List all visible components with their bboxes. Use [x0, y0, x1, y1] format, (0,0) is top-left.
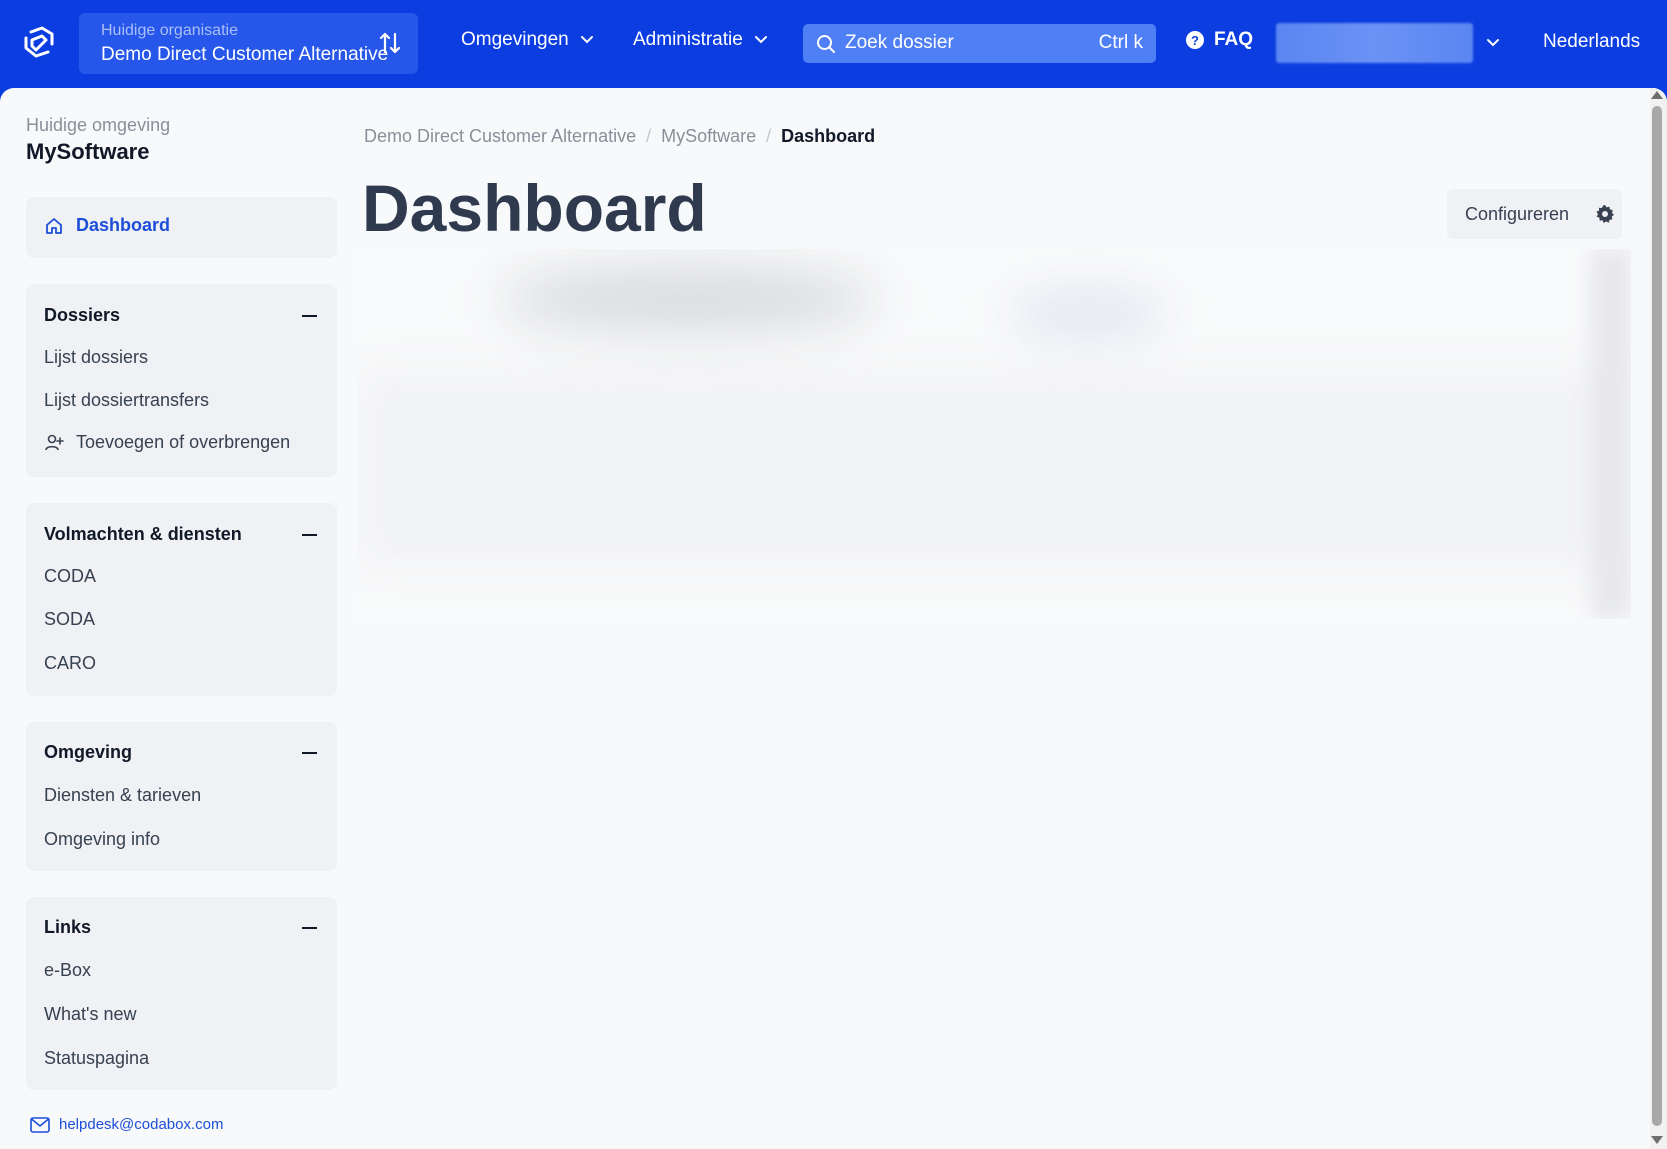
env-value: MySoftware — [26, 139, 150, 164]
section-title: Dossiers — [44, 305, 121, 325]
breadcrumb-environment[interactable]: MySoftware — [661, 126, 756, 147]
page-title: Dashboard — [362, 171, 707, 245]
gear-icon — [1596, 205, 1615, 223]
breadcrumb-separator: / — [766, 126, 772, 146]
swap-arrows-icon — [379, 32, 401, 54]
home-icon — [46, 217, 62, 234]
mail-icon — [30, 1116, 50, 1133]
section-title: Links — [44, 917, 92, 937]
main-panel: Huidige omgeving MySoftware Dashboard Do… — [0, 88, 1667, 1149]
configure-label: Configureren — [1465, 203, 1570, 224]
sidebar-item-diensten[interactable]: Diensten & tarieven — [44, 785, 201, 806]
sidebar-item-toevoegen[interactable]: Toevoegen of overbrengen — [44, 432, 290, 453]
chevron-down-icon — [754, 36, 767, 44]
chevron-down-icon — [580, 36, 593, 44]
sidebar-item-whats-new[interactable]: What's new — [44, 1004, 136, 1025]
sidebar-dashboard-card: Dashboard — [26, 197, 337, 258]
collapse-minus-icon[interactable] — [302, 752, 317, 754]
sidebar-item-ebox[interactable]: e-Box — [44, 960, 91, 981]
codabox-logo-icon[interactable] — [22, 26, 56, 60]
breadcrumb-separator: / — [646, 126, 652, 146]
helpdesk-link[interactable]: helpdesk@codabox.com — [30, 1116, 224, 1133]
dashboard-widgets-blurred — [358, 249, 1631, 619]
collapse-minus-icon[interactable] — [302, 315, 317, 317]
configure-button[interactable]: Configureren — [1447, 189, 1622, 239]
sidebar-item-dashboard[interactable]: Dashboard — [44, 215, 170, 236]
sidebar-section-omgeving: Omgeving Diensten & tarieven Omgeving in… — [26, 722, 337, 871]
user-plus-icon — [45, 434, 64, 450]
org-value: Demo Direct Customer Alternative — [101, 44, 389, 65]
search-shortcut: Ctrl k — [1098, 32, 1143, 53]
sidebar-section-links: Links e-Box What's new Statuspagina — [26, 897, 337, 1090]
faq-label: FAQ — [1214, 29, 1254, 50]
org-label: Huidige organisatie — [101, 22, 238, 39]
nav-administratie-label: Administratie — [633, 29, 743, 50]
breadcrumb-current: Dashboard — [781, 126, 876, 146]
question-circle-icon: ? — [1186, 31, 1204, 49]
scrollbar-thumb[interactable] — [1652, 106, 1662, 1126]
collapse-minus-icon[interactable] — [302, 534, 317, 536]
collapse-minus-icon[interactable] — [302, 927, 317, 929]
sidebar-item-lijst-dossiers[interactable]: Lijst dossiers — [44, 347, 148, 368]
sidebar-item-omgeving-info[interactable]: Omgeving info — [44, 829, 160, 850]
language-selector[interactable]: Nederlands — [1543, 31, 1640, 53]
search-placeholder: Zoek dossier — [845, 32, 954, 53]
breadcrumb-organisation[interactable]: Demo Direct Customer Alternative — [364, 126, 636, 147]
sidebar-item-caro[interactable]: CARO — [44, 653, 96, 674]
scroll-down-arrow-icon[interactable] — [1651, 1136, 1663, 1144]
user-menu[interactable] — [1276, 23, 1473, 63]
sidebar-item-coda[interactable]: CODA — [44, 566, 96, 587]
scroll-up-arrow-icon[interactable] — [1651, 91, 1663, 99]
search-dossier-input[interactable]: Zoek dossier Ctrl k — [803, 24, 1156, 63]
nav-administratie[interactable]: Administratie — [633, 29, 769, 51]
section-title: Volmachten & diensten — [44, 524, 242, 544]
sidebar-item-dashboard-label: Dashboard — [76, 215, 171, 235]
faq-link[interactable]: ? FAQ — [1186, 29, 1253, 51]
env-label: Huidige omgeving — [26, 115, 171, 135]
sidebar-section-dossiers: Dossiers Lijst dossiers Lijst dossiertra… — [26, 284, 337, 477]
breadcrumb: Demo Direct Customer Alternative / MySof… — [364, 126, 875, 147]
sidebar-item-lijst-dossiertransfers[interactable]: Lijst dossiertransfers — [44, 390, 209, 411]
nav-omgevingen-label: Omgevingen — [461, 29, 569, 50]
sidebar-item-statuspagina[interactable]: Statuspagina — [44, 1048, 149, 1069]
organisation-switcher[interactable]: Huidige organisatie Demo Direct Customer… — [79, 13, 418, 74]
helpdesk-email: helpdesk@codabox.com — [59, 1116, 224, 1133]
chevron-down-icon[interactable] — [1485, 35, 1501, 51]
sidebar-section-volmachten: Volmachten & diensten CODA SODA CARO — [26, 503, 337, 696]
sidebar-item-soda[interactable]: SODA — [44, 609, 95, 630]
top-bar: Huidige organisatie Demo Direct Customer… — [0, 0, 1667, 88]
section-title: Omgeving — [44, 742, 133, 762]
nav-omgevingen[interactable]: Omgevingen — [461, 29, 595, 51]
search-icon — [817, 35, 835, 53]
sidebar-item-toevoegen-label: Toevoegen of overbrengen — [76, 432, 291, 452]
